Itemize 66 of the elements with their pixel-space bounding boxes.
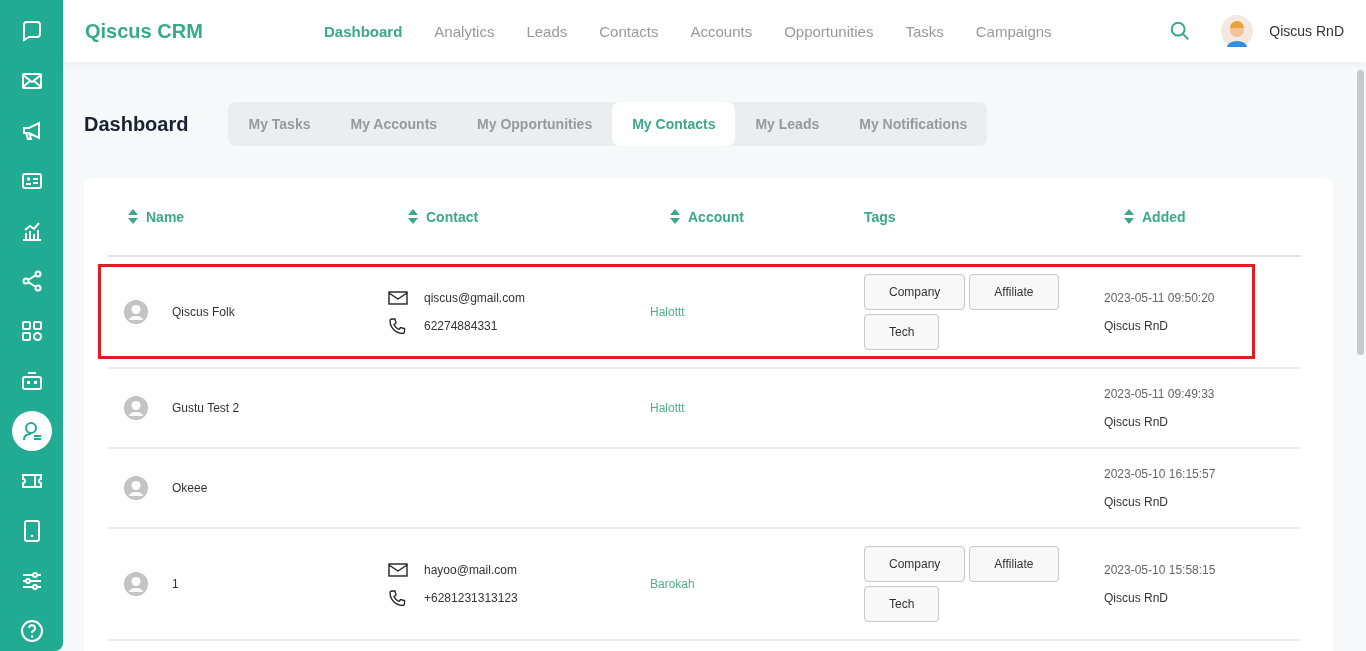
avatar-icon [124, 476, 148, 500]
phone-text: 62274884331 [424, 319, 498, 333]
avatar-icon [124, 572, 148, 596]
contact-name[interactable]: Okeee [172, 481, 208, 495]
account-link[interactable]: Barokah [650, 577, 695, 591]
tab[interactable]: My Tasks [228, 102, 331, 146]
avatar-icon [124, 396, 148, 420]
account-link[interactable]: Halottt [650, 305, 685, 319]
robot-icon [19, 369, 44, 393]
phone-icon [388, 590, 408, 606]
user-name[interactable]: Qiscus RnD [1269, 23, 1344, 39]
tag-chip[interactable]: Tech [864, 314, 940, 350]
mail-icon [388, 562, 408, 578]
email-text: hayoo@mail.com [424, 563, 517, 577]
added-date: 2023-05-11 09:49:33 [1104, 387, 1215, 401]
nav-link[interactable]: Tasks [905, 22, 944, 40]
tab[interactable]: My Opportunities [457, 102, 613, 146]
account-link[interactable]: Halottt [650, 401, 685, 415]
nav-link[interactable]: Leads [526, 22, 568, 40]
nav-link[interactable]: Analytics [434, 22, 495, 40]
added-by: Qiscus RnD [1104, 495, 1168, 509]
grid-icon [19, 318, 44, 343]
phone-icon [388, 318, 408, 334]
column-header: Tags [864, 208, 896, 225]
added-date: 2023-05-10 15:58:15 [1104, 563, 1216, 577]
avatar-icon[interactable] [1221, 15, 1254, 47]
brand-logo[interactable]: Qiscus CRM [85, 19, 324, 43]
nav-link[interactable]: Dashboard [324, 22, 403, 40]
contact-name[interactable]: 1 [172, 577, 179, 591]
search-icon[interactable] [1169, 20, 1192, 42]
agent-nav-item[interactable] [11, 411, 52, 451]
sort-icon[interactable] [128, 209, 138, 224]
tab[interactable]: My Leads [735, 102, 840, 146]
scrollbar[interactable] [1357, 70, 1364, 355]
tab[interactable]: My Contacts [612, 102, 736, 146]
column-header[interactable]: Added [1124, 208, 1186, 225]
help-icon [19, 619, 44, 644]
email-text: qiscus@gmail.com [424, 291, 525, 305]
added-by: Qiscus RnD [1104, 319, 1168, 333]
tab[interactable]: My Accounts [330, 102, 458, 146]
nav-link[interactable]: Opportunities [784, 22, 874, 40]
phone-text: +6281231313123 [424, 591, 518, 605]
tab[interactable]: My Notifications [839, 102, 988, 146]
column-header[interactable]: Contact [408, 208, 479, 225]
sort-icon[interactable] [670, 209, 680, 224]
nav-link[interactable]: Accounts [690, 22, 753, 40]
added-date: 2023-05-10 16:15:57 [1104, 467, 1216, 481]
column-header[interactable]: Account [670, 208, 744, 225]
nav-link[interactable]: Contacts [599, 22, 659, 40]
tag-chip[interactable]: Affiliate [969, 274, 1059, 310]
added-by: Qiscus RnD [1104, 415, 1168, 429]
added-by: Qiscus RnD [1104, 591, 1168, 605]
sort-icon[interactable] [408, 209, 418, 224]
added-date: 2023-05-11 09:50:20 [1104, 291, 1215, 305]
contact-name[interactable]: Gustu Test 2 [172, 401, 240, 415]
tag-chip[interactable]: Company [864, 274, 966, 310]
nav-link[interactable]: Campaigns [975, 22, 1052, 40]
page-title: Dashboard [84, 112, 189, 136]
avatar-icon [124, 300, 148, 324]
contact-name[interactable]: Qiscus Folk [172, 305, 235, 319]
sort-icon[interactable] [1124, 209, 1134, 224]
tag-chip[interactable]: Tech [864, 586, 940, 622]
column-header[interactable]: Name [128, 208, 185, 225]
mail-icon [388, 290, 408, 306]
tag-chip[interactable]: Company [864, 546, 966, 582]
tag-chip[interactable]: Affiliate [969, 546, 1059, 582]
